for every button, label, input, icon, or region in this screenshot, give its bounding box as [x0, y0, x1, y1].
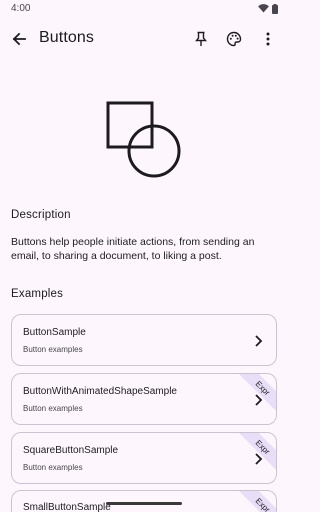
chevron-right-icon	[255, 335, 263, 347]
description-text: Buttons help people initiate actions, fr…	[11, 236, 255, 262]
more-vert-icon	[266, 32, 270, 46]
example-card-button-animated-shape[interactable]: ButtonWithAnimatedShapeSample Button exa…	[11, 373, 277, 425]
status-bar: 4:00	[0, 0, 288, 17]
description-heading: Description	[11, 209, 71, 221]
example-card-square-button[interactable]: SquareButtonSample Button examples Expr	[11, 432, 277, 484]
example-card-button-sample[interactable]: ButtonSample Button examples	[11, 314, 277, 366]
example-subtitle: Button examples	[23, 345, 83, 354]
example-title: SquareButtonSample	[23, 445, 119, 456]
pin-icon	[195, 31, 207, 46]
pin-button[interactable]	[187, 25, 215, 53]
example-title: ButtonWithAnimatedShapeSample	[23, 386, 177, 397]
experimental-badge: Expr	[253, 495, 272, 512]
example-subtitle: Button examples	[23, 404, 83, 413]
battery-icon	[272, 3, 278, 14]
gesture-navigation-bar[interactable]	[106, 502, 182, 505]
example-title: ButtonSample	[23, 327, 86, 338]
more-options-button[interactable]	[254, 25, 282, 53]
theme-button[interactable]	[220, 25, 248, 53]
example-title: SmallButtonSample	[23, 502, 111, 512]
experimental-ribbon: Expr	[233, 491, 276, 512]
arrow-back-icon	[12, 32, 26, 46]
page-title: Buttons	[39, 29, 94, 46]
example-subtitle: Button examples	[23, 463, 83, 472]
palette-icon	[226, 31, 242, 47]
example-card-small-button[interactable]: SmallButtonSample Expr	[11, 490, 277, 512]
status-time: 4:00	[11, 3, 31, 14]
status-icons	[258, 3, 278, 14]
top-app-bar: Buttons	[0, 20, 288, 60]
examples-heading: Examples	[11, 288, 64, 300]
wifi-icon	[258, 4, 269, 13]
shapes-illustration	[106, 101, 181, 178]
back-button[interactable]	[5, 25, 33, 53]
